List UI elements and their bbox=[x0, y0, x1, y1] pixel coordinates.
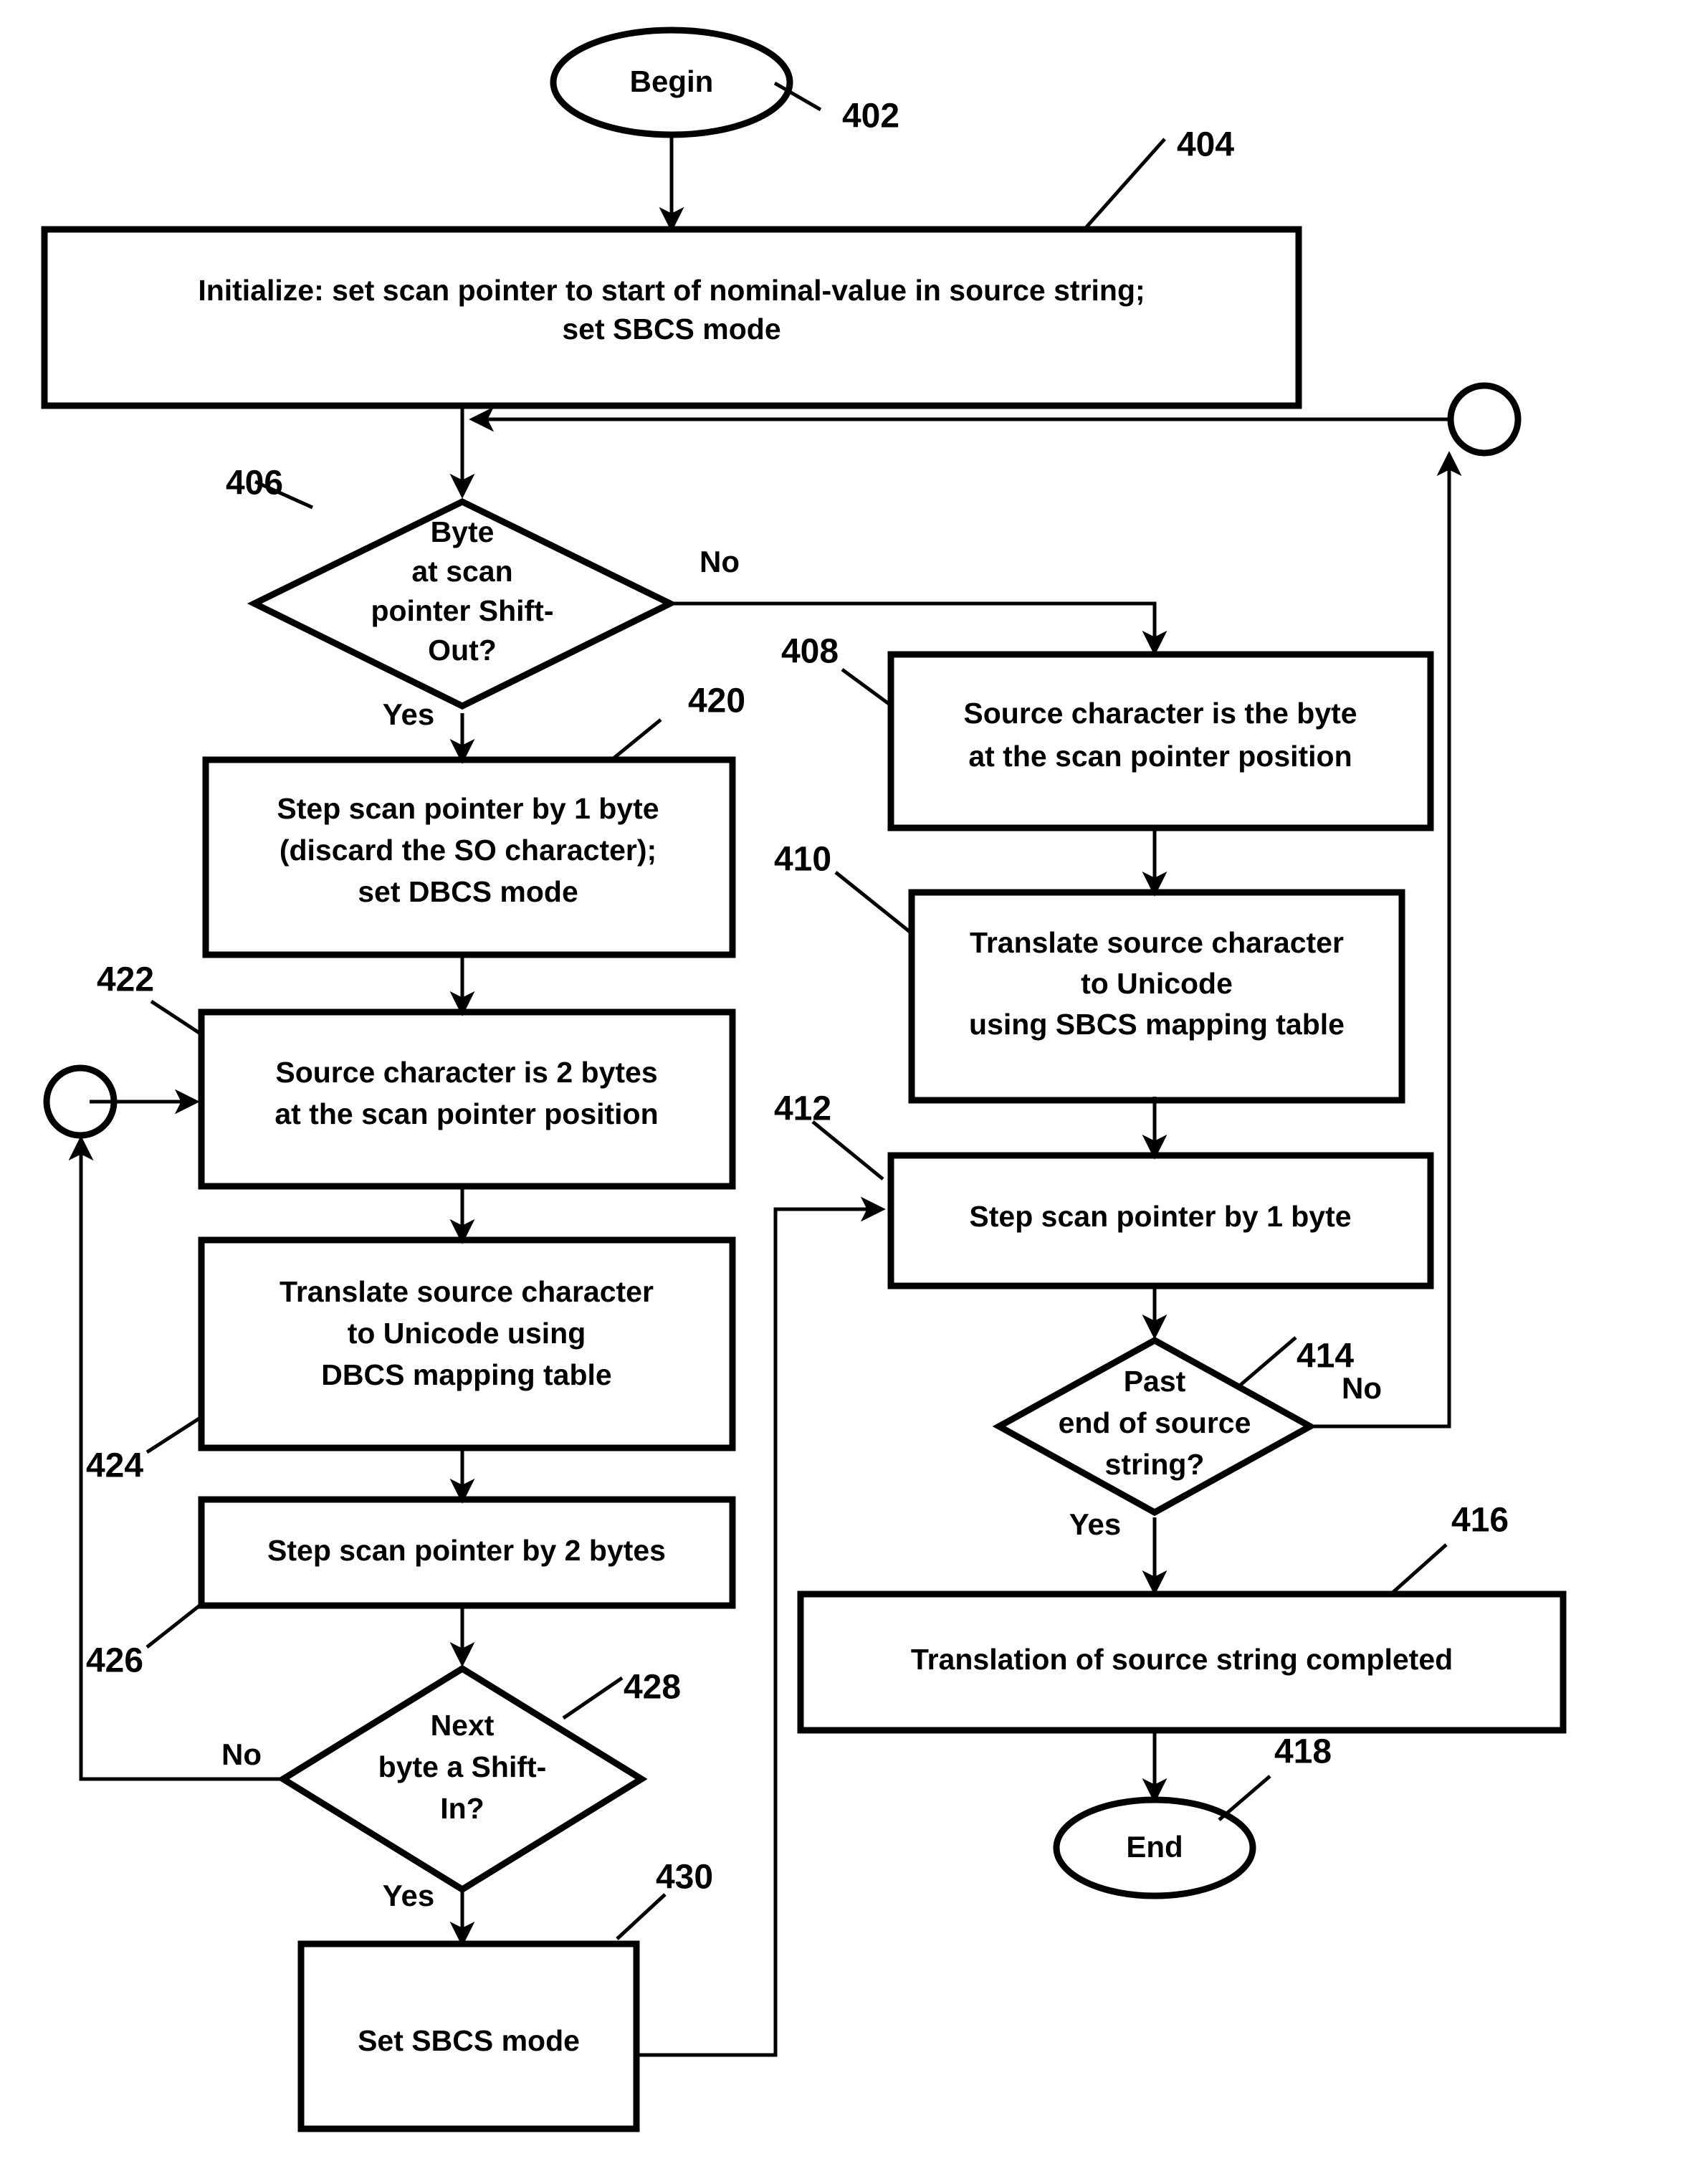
branch-label-shiftin-no: No bbox=[221, 1737, 262, 1771]
leader-416 bbox=[1391, 1543, 1448, 1594]
ref-428: 428 bbox=[624, 1669, 681, 1707]
past-end-line3: string? bbox=[1105, 1448, 1205, 1481]
shift-in-line3: In? bbox=[440, 1792, 484, 1825]
ref-408: 408 bbox=[781, 633, 839, 671]
ref-420: 420 bbox=[688, 682, 745, 720]
node-step-2-bytes[interactable]: Step scan pointer by 2 bytes bbox=[198, 1496, 736, 1609]
edge-430-to-412 bbox=[636, 1196, 886, 2057]
translation-completed-line1: Translation of source string completed bbox=[911, 1643, 1453, 1676]
leader-420 bbox=[608, 718, 662, 763]
step1-discard-line3: set DBCS mode bbox=[358, 875, 578, 908]
ref-404: 404 bbox=[1177, 126, 1234, 164]
source-char-byte-line1: Source character is the byte bbox=[963, 697, 1357, 730]
branch-label-pastend-no: No bbox=[1342, 1371, 1382, 1405]
ref-406: 406 bbox=[226, 464, 283, 502]
ref-418: 418 bbox=[1274, 1733, 1332, 1771]
begin-label: Begin bbox=[630, 65, 714, 98]
past-end-line1: Past bbox=[1124, 1365, 1186, 1398]
ref-422: 422 bbox=[97, 961, 154, 999]
ref-414: 414 bbox=[1297, 1337, 1354, 1375]
leader-426 bbox=[145, 1603, 203, 1649]
node-begin[interactable]: Begin bbox=[550, 27, 793, 138]
connector-right-circle bbox=[1447, 382, 1522, 457]
translate-sbcs-line3: using SBCS mapping table bbox=[969, 1008, 1345, 1041]
set-sbcs-mode-line1: Set SBCS mode bbox=[358, 2024, 580, 2057]
node-connector-right[interactable] bbox=[1447, 382, 1522, 457]
branch-label-shiftout-no: No bbox=[700, 545, 740, 578]
shift-in-line1: Next bbox=[431, 1709, 495, 1742]
leader-412 bbox=[811, 1120, 884, 1181]
leader-404 bbox=[1083, 138, 1166, 231]
branch-label-pastend-yes: Yes bbox=[1069, 1507, 1121, 1541]
flowchart-svg: Begin 402 Initialize: set scan pointer t… bbox=[41, 27, 1567, 2132]
node-translate-sbcs[interactable]: Translate source character to Unicode us… bbox=[908, 889, 1405, 1104]
shift-out-line2: at scan bbox=[411, 555, 512, 588]
leader-410 bbox=[834, 871, 913, 935]
leader-430 bbox=[616, 1893, 667, 1940]
node-initialize[interactable]: Initialize: set scan pointer to start of… bbox=[41, 226, 1302, 409]
ref-410: 410 bbox=[774, 841, 831, 879]
edge-shiftout-no-to-source-char-byte bbox=[670, 601, 1168, 656]
ref-424: 424 bbox=[86, 1447, 143, 1485]
leader-424 bbox=[145, 1415, 203, 1454]
step-1-byte-line1: Step scan pointer by 1 byte bbox=[969, 1200, 1351, 1233]
leader-428 bbox=[562, 1676, 624, 1720]
source-char-2bytes-line2: at the scan pointer position bbox=[274, 1097, 658, 1130]
shift-in-line2: byte a Shift- bbox=[378, 1750, 547, 1783]
ref-430: 430 bbox=[656, 1859, 713, 1897]
step1-discard-line2: (discard the SO character); bbox=[280, 834, 656, 867]
ref-412: 412 bbox=[774, 1090, 831, 1128]
node-translation-completed[interactable]: Translation of source string completed bbox=[797, 1591, 1567, 1734]
ref-416: 416 bbox=[1451, 1502, 1509, 1540]
node-step-1-byte[interactable]: Step scan pointer by 1 byte bbox=[887, 1152, 1434, 1289]
node-source-char-2-bytes[interactable]: Source character is 2 bytes at the scan … bbox=[198, 1008, 736, 1190]
ref-402: 402 bbox=[842, 97, 899, 135]
branch-label-shiftin-yes: Yes bbox=[383, 1879, 434, 1912]
end-label: End bbox=[1126, 1830, 1183, 1864]
shift-out-line1: Byte bbox=[431, 515, 495, 548]
source-char-2bytes-line1: Source character is 2 bytes bbox=[275, 1056, 657, 1089]
leader-414 bbox=[1239, 1336, 1297, 1386]
initialize-line2: set SBCS mode bbox=[562, 313, 780, 345]
translate-dbcs-line1: Translate source character bbox=[280, 1275, 654, 1308]
translate-sbcs-line1: Translate source character bbox=[970, 926, 1344, 959]
node-source-char-byte[interactable]: Source character is the byte at the scan… bbox=[887, 651, 1434, 831]
translate-dbcs-line2: to Unicode using bbox=[348, 1317, 586, 1350]
flow-connectors bbox=[68, 135, 1462, 2057]
initialize-line1: Initialize: set scan pointer to start of… bbox=[198, 274, 1145, 307]
shift-out-line4: Out? bbox=[428, 634, 497, 667]
step1-discard-line1: Step scan pointer by 1 byte bbox=[277, 792, 659, 825]
source-char-byte-line2: at the scan pointer position bbox=[968, 740, 1352, 773]
translate-dbcs-line3: DBCS mapping table bbox=[321, 1358, 611, 1391]
step-2-bytes-line1: Step scan pointer by 2 bytes bbox=[267, 1534, 666, 1567]
shift-out-line3: pointer Shift- bbox=[371, 594, 553, 627]
node-set-sbcs-mode[interactable]: Set SBCS mode bbox=[297, 1940, 640, 2132]
branch-label-shiftout-yes: Yes bbox=[383, 697, 434, 731]
past-end-line2: end of source bbox=[1059, 1406, 1251, 1439]
node-step-1-byte-discard-so[interactable]: Step scan pointer by 1 byte (discard the… bbox=[202, 756, 736, 958]
node-end[interactable]: End bbox=[1053, 1796, 1256, 1899]
ref-426: 426 bbox=[86, 1642, 143, 1680]
node-decision-shift-out[interactable]: Byte at scan pointer Shift- Out? bbox=[247, 497, 678, 710]
translate-sbcs-line2: to Unicode bbox=[1081, 967, 1233, 1000]
leader-422 bbox=[150, 999, 203, 1036]
node-translate-dbcs[interactable]: Translate source character to Unicode us… bbox=[198, 1236, 736, 1451]
flowchart-canvas: Begin 402 Initialize: set scan pointer t… bbox=[0, 0, 1695, 2184]
leader-408 bbox=[841, 667, 892, 707]
